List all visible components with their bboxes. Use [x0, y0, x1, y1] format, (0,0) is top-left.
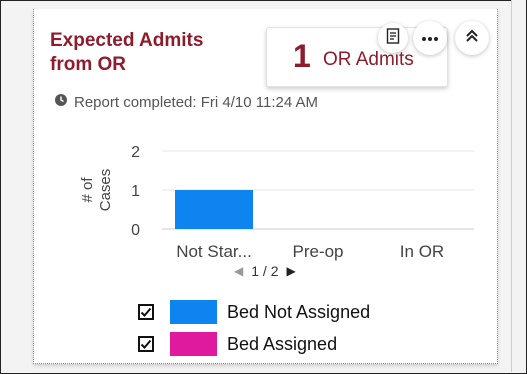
- legend-checkbox[interactable]: [138, 336, 154, 352]
- x-tick-label: In OR: [400, 242, 444, 261]
- left-margin: [1, 1, 9, 373]
- x-tick-label: Not Star...: [176, 242, 252, 261]
- metric-value: 1: [293, 38, 311, 74]
- card-title[interactable]: Expected Admits from OR: [50, 29, 250, 77]
- y-tick-label: 0: [131, 222, 140, 239]
- y-axis-label: Cases: [97, 169, 114, 212]
- next-page-icon[interactable]: ▶: [286, 264, 295, 278]
- chart-legend: Bed Not Assigned Bed Assigned: [138, 296, 370, 360]
- legend-swatch: [170, 300, 217, 324]
- more-horizontal-icon: [421, 29, 439, 47]
- right-panel-edge: [511, 0, 526, 372]
- chart-pager: ◀ 1 / 2 ▶: [234, 263, 296, 279]
- legend-swatch: [170, 332, 217, 356]
- clock-icon: [54, 93, 68, 111]
- report-status: Report completed: Fri 4/10 11:24 AM: [54, 93, 318, 111]
- y-axis-label: # of: [79, 177, 96, 203]
- collapse-button[interactable]: [455, 21, 489, 55]
- legend-label: Bed Assigned: [227, 333, 338, 354]
- status-text: Report completed: Fri 4/10 11:24 AM: [74, 93, 319, 111]
- previous-page-icon[interactable]: ◀: [234, 264, 243, 278]
- more-options-button[interactable]: [413, 21, 447, 55]
- pager-text: 1 / 2: [251, 263, 279, 279]
- y-tick-label: 2: [131, 144, 140, 161]
- check-icon: [140, 307, 152, 317]
- bar: [175, 190, 253, 229]
- expected-admits-card: Expected Admits from OR 1 OR Admits Repo…: [33, 9, 498, 364]
- x-tick-label: Pre-op: [292, 242, 343, 261]
- metric-label: OR Admits: [323, 49, 414, 70]
- legend-label: Bed Not Assigned: [227, 301, 371, 322]
- chevron-up-double-icon: [465, 29, 479, 48]
- y-tick-label: 1: [131, 183, 140, 200]
- check-icon: [140, 339, 152, 349]
- report-icon: [386, 27, 400, 49]
- legend-checkbox[interactable]: [138, 304, 154, 320]
- report-button[interactable]: [378, 23, 408, 53]
- legend-item-bed-assigned[interactable]: Bed Assigned: [138, 328, 370, 360]
- legend-item-bed-not-assigned[interactable]: Bed Not Assigned: [138, 296, 370, 328]
